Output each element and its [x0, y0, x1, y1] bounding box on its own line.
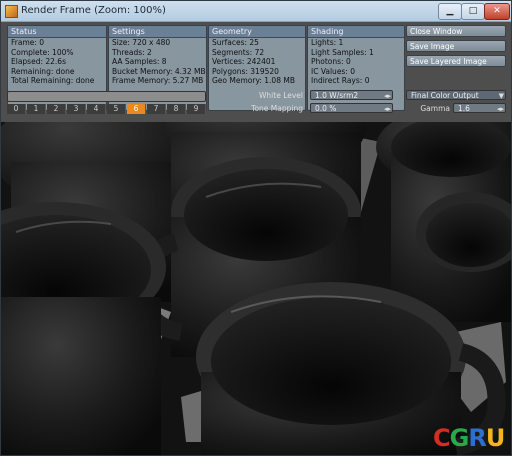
white-level-value: 1.0 W/srm2	[315, 91, 359, 100]
bucket-2[interactable]: 2	[47, 104, 66, 114]
geometry-row: Geo Memory: 1.08 MB	[212, 76, 295, 86]
render-progress-bar	[7, 91, 206, 102]
tone-mapping-label: Tone Mapping	[251, 104, 303, 113]
close-window-icon-button[interactable]: ✕	[484, 3, 510, 20]
bucket-1[interactable]: 1	[27, 104, 46, 114]
window-title: Render Frame (Zoom: 100%)	[21, 5, 166, 16]
output-select[interactable]: Final Color Output ▼	[406, 90, 506, 100]
shading-row: Indirect Rays: 0	[311, 76, 370, 86]
geometry-header: Geometry	[209, 26, 305, 38]
gamma-value: 1.6	[458, 104, 470, 113]
save-layered-image-button[interactable]: Save Layered Image	[406, 55, 506, 67]
status-row: Elapsed: 22.6s	[11, 57, 66, 67]
save-image-button[interactable]: Save Image	[406, 40, 506, 52]
minimize-button[interactable]: ▁	[438, 3, 462, 20]
status-row: Complete: 100%	[11, 47, 74, 57]
spinner-icon[interactable]: ◂▸	[497, 104, 504, 114]
output-select-value: Final Color Output	[411, 91, 479, 100]
settings-row: AA Samples: 8	[112, 57, 167, 67]
status-row: Frame: 0	[11, 38, 45, 47]
chevron-down-icon: ▼	[498, 92, 504, 100]
bucket-4[interactable]: 4	[87, 104, 106, 114]
spinner-icon[interactable]: ◂▸	[384, 91, 391, 101]
tone-mapping-value: 0.0 %	[315, 104, 337, 113]
shading-row: Lights: 1	[311, 38, 344, 47]
tone-mapping-field[interactable]: 0.0 % ◂▸	[310, 103, 393, 113]
title-bar[interactable]: Render Frame (Zoom: 100%) ▁ □ ✕	[1, 1, 511, 22]
bucket-6-active[interactable]: 6	[127, 104, 146, 114]
bucket-3[interactable]: 3	[67, 104, 86, 114]
render-info-panel: Status Frame: 0 Complete: 100% Elapsed: …	[1, 22, 511, 122]
white-level-label: White Level	[259, 91, 303, 100]
settings-row: Bucket Memory: 4.32 MB	[112, 66, 206, 76]
geometry-row: Segments: 72	[212, 47, 265, 57]
status-row: Remaining: done	[11, 66, 75, 76]
rendered-image	[1, 122, 511, 455]
render-viewport[interactable]	[1, 122, 511, 455]
cgru-logo: CGRU	[433, 424, 505, 452]
bucket-5[interactable]: 5	[107, 104, 126, 114]
geometry-row: Surfaces: 25	[212, 38, 259, 47]
shading-row: IC Values: 0	[311, 66, 356, 76]
render-frame-window: Render Frame (Zoom: 100%) ▁ □ ✕ Status F…	[0, 0, 512, 456]
spinner-icon[interactable]: ◂▸	[384, 104, 391, 114]
shading-row: Photons: 0	[311, 57, 351, 67]
geometry-row: Vertices: 242401	[212, 57, 276, 67]
bucket-0[interactable]: 0	[7, 104, 26, 114]
maximize-button[interactable]: □	[461, 3, 485, 20]
bucket-9[interactable]: 9	[187, 104, 206, 114]
white-level-field[interactable]: 1.0 W/srm2 ◂▸	[310, 90, 393, 100]
status-row: Total Remaining: done	[11, 76, 95, 86]
settings-row: Threads: 2	[112, 47, 152, 57]
bucket-7[interactable]: 7	[147, 104, 166, 114]
geometry-row: Polygons: 319520	[212, 66, 279, 76]
settings-row: Frame Memory: 5.27 MB	[112, 76, 204, 86]
gamma-label: Gamma	[420, 104, 450, 113]
close-window-button[interactable]: Close Window	[406, 25, 506, 37]
gamma-field[interactable]: 1.6 ◂▸	[453, 103, 506, 113]
shading-header: Shading	[308, 26, 404, 38]
settings-row: Size: 720 x 480	[112, 38, 171, 47]
shading-row: Light Samples: 1	[311, 47, 374, 57]
settings-header: Settings	[109, 26, 206, 38]
bucket-8[interactable]: 8	[167, 104, 186, 114]
status-header: Status	[8, 26, 106, 38]
app-icon	[5, 5, 18, 18]
